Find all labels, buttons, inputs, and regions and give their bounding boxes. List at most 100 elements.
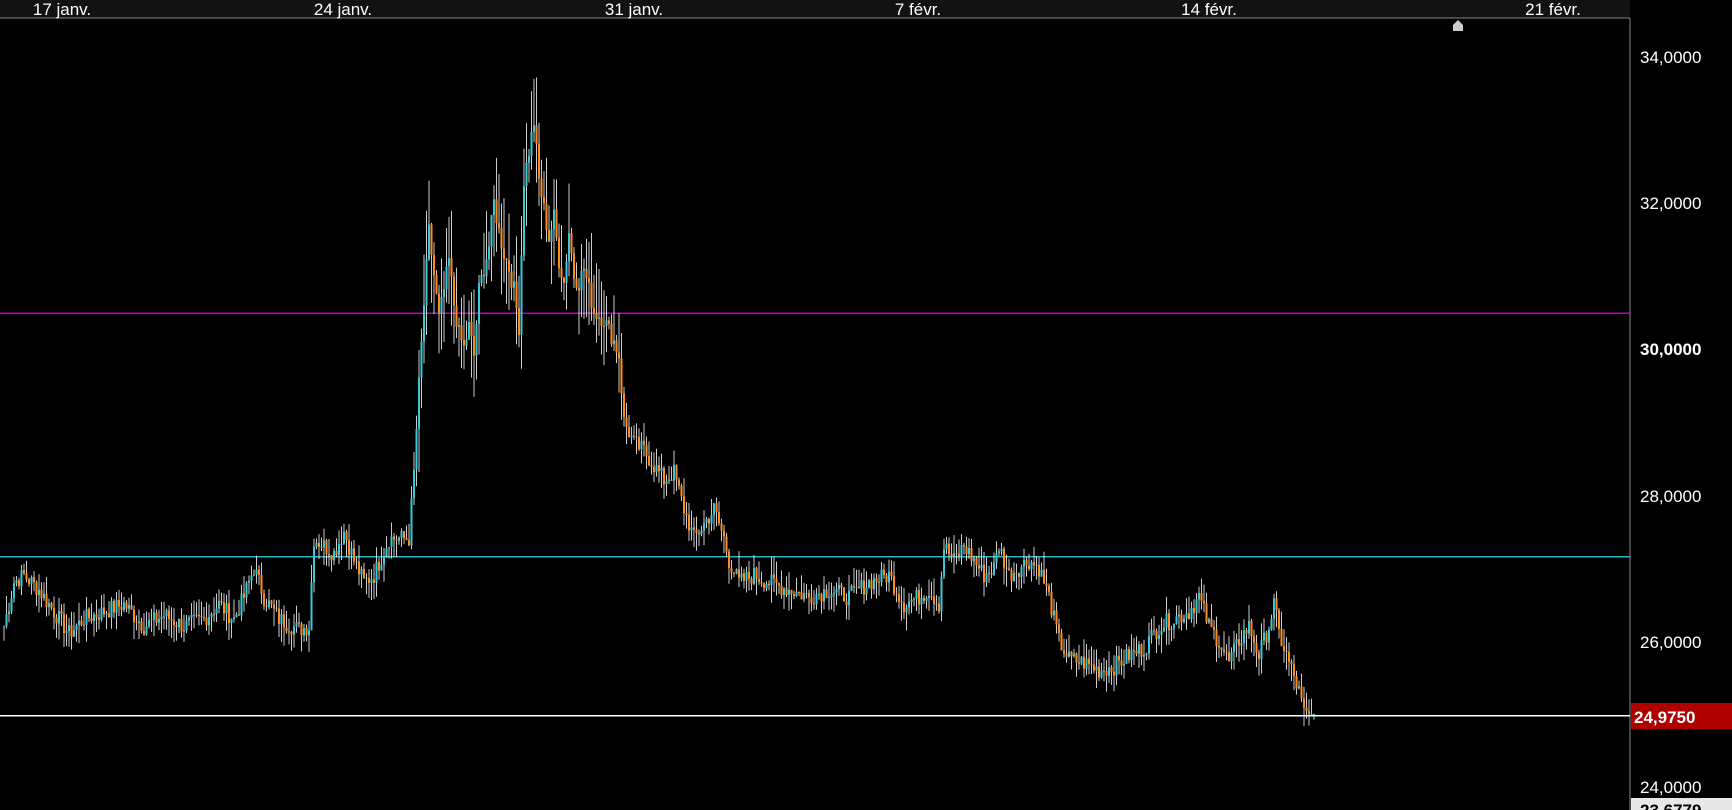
candle-down xyxy=(298,622,300,624)
candle-down xyxy=(515,281,518,308)
candle-up xyxy=(1208,619,1210,623)
candle-down xyxy=(1065,653,1068,657)
candle-up xyxy=(465,339,468,346)
candle-down xyxy=(1133,650,1135,652)
candle-down xyxy=(618,352,620,359)
candle-up xyxy=(1040,569,1043,577)
candle-down xyxy=(1155,630,1158,639)
candle-down xyxy=(330,555,333,561)
last-price-badge: 24,9750 xyxy=(1631,703,1732,729)
candle-up xyxy=(245,582,248,598)
candle-down xyxy=(1218,646,1220,648)
candle-down xyxy=(1153,630,1155,632)
candle-up xyxy=(520,255,523,335)
candle-down xyxy=(228,603,230,624)
candle-up xyxy=(1233,643,1235,653)
candle-up xyxy=(803,593,805,600)
candle-down xyxy=(170,618,173,621)
candle-down xyxy=(563,277,565,283)
candle-up xyxy=(375,561,378,583)
candle-down xyxy=(18,580,20,587)
candle-down xyxy=(1265,632,1268,643)
candle-down xyxy=(535,125,538,144)
candle-down xyxy=(1168,613,1170,631)
candle-down xyxy=(1258,652,1260,659)
candle-down xyxy=(220,600,223,603)
candle-up xyxy=(1080,656,1083,664)
candle-up xyxy=(1170,628,1173,631)
candle-up xyxy=(833,592,835,595)
candle-down xyxy=(140,621,143,631)
candle-down xyxy=(1193,608,1195,613)
candle-up xyxy=(13,583,15,598)
candle-down xyxy=(645,445,648,457)
candle-down xyxy=(1223,649,1225,652)
candle-down xyxy=(510,271,513,288)
candle-down xyxy=(1120,660,1123,666)
candle-down xyxy=(680,485,683,497)
candle-down xyxy=(875,578,878,582)
candle-down xyxy=(1005,567,1008,569)
candle-down xyxy=(1093,664,1095,671)
candle-down xyxy=(63,613,65,634)
candle-down xyxy=(1048,585,1050,593)
candle-down xyxy=(1253,636,1255,643)
candle-down xyxy=(273,604,275,609)
candle-up xyxy=(995,553,998,563)
candle-down xyxy=(558,237,560,269)
candle-down xyxy=(1250,620,1253,637)
candle-down xyxy=(213,614,215,616)
candle-down xyxy=(1033,562,1035,566)
candle-down xyxy=(143,630,145,635)
candle-up xyxy=(440,296,443,314)
candle-up xyxy=(888,571,890,583)
candle-down xyxy=(798,591,800,593)
candle-down xyxy=(588,277,590,283)
candle-up xyxy=(163,616,165,618)
candle-down xyxy=(405,537,408,540)
candle-down xyxy=(103,607,105,615)
candle-down xyxy=(435,275,438,294)
candle-down xyxy=(1090,663,1093,665)
candle-up xyxy=(1198,593,1200,600)
candle-down xyxy=(1025,559,1028,566)
candle-down xyxy=(95,614,98,618)
candle-up xyxy=(268,600,270,607)
candle-up xyxy=(880,569,883,583)
candle-up xyxy=(1035,564,1038,566)
candle-up xyxy=(1260,640,1263,659)
candle-up xyxy=(370,579,373,583)
candle-up xyxy=(110,601,113,618)
candle-down xyxy=(328,554,330,556)
candle-down xyxy=(278,608,280,624)
candle-down xyxy=(990,572,993,575)
candle-up xyxy=(295,622,298,627)
candle-down xyxy=(1293,664,1295,677)
candle-up xyxy=(583,268,585,271)
y-tick-label: 24,0000 xyxy=(1640,778,1701,797)
x-tick-label: 7 févr. xyxy=(895,0,941,19)
candle-up xyxy=(910,600,913,602)
candle-down xyxy=(1308,711,1310,715)
candle-down xyxy=(408,539,410,546)
candle-down xyxy=(60,610,63,614)
candle-up xyxy=(1310,713,1313,715)
candle-up xyxy=(1273,598,1275,619)
candle-down xyxy=(975,558,978,566)
candle-up xyxy=(960,545,963,556)
candle-up xyxy=(480,274,483,283)
candle-down xyxy=(35,581,38,595)
candle-down xyxy=(900,601,903,603)
candle-down xyxy=(578,287,580,291)
candle-up xyxy=(745,572,748,581)
candle-up xyxy=(705,518,708,523)
candle-up xyxy=(1125,649,1128,664)
candle-up xyxy=(1240,643,1243,646)
y-tick-label: 30,0000 xyxy=(1640,340,1701,359)
candle-down xyxy=(1203,600,1205,604)
candle-down xyxy=(135,621,138,624)
candle-up xyxy=(673,464,675,481)
candle-down xyxy=(718,512,720,524)
candle-down xyxy=(358,561,360,575)
candle-up xyxy=(253,574,255,576)
